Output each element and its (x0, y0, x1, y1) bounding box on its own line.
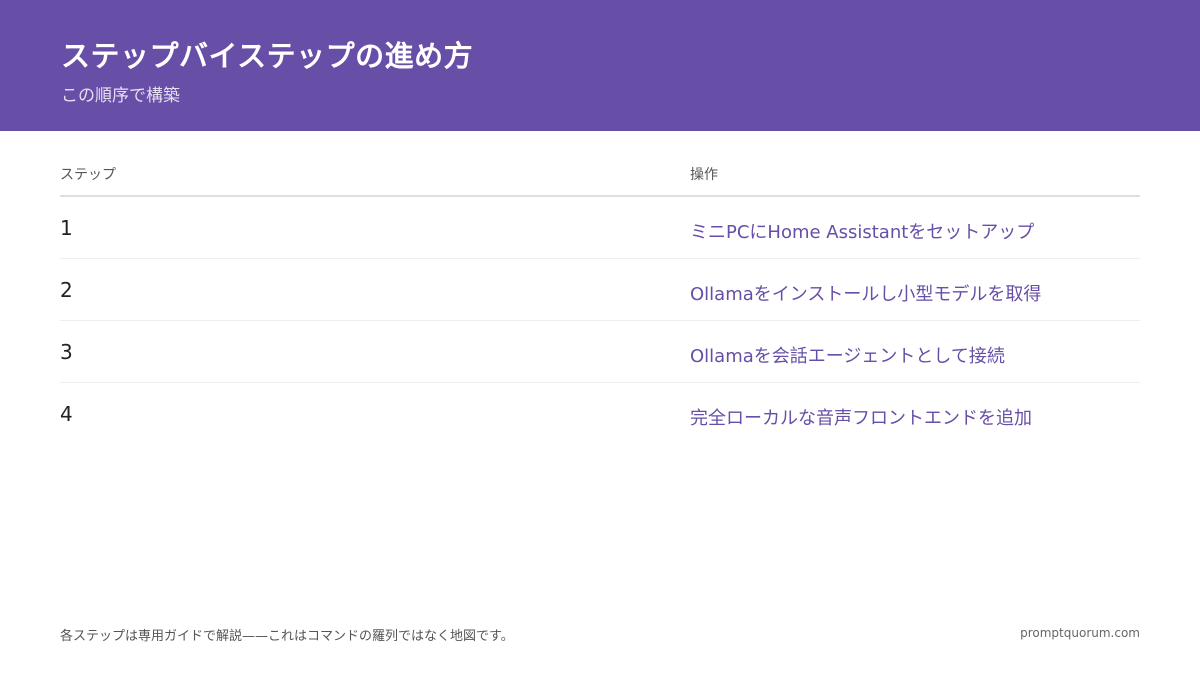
page-title: ステップバイステップの進め方 (61, 39, 474, 73)
page-subtitle: この順序で構築 (61, 86, 180, 106)
table-row: 1 ミニPCにHome Assistantをセットアップ (60, 197, 1140, 259)
step-number: 2 (60, 278, 73, 302)
step-number: 3 (60, 340, 73, 364)
step-number: 1 (60, 216, 73, 240)
table-row: 4 完全ローカルな音声フロントエンドを追加 (60, 383, 1140, 444)
header-banner: ステップバイステップの進め方 この順序で構築 (0, 0, 1200, 131)
step-action: ミニPCにHome Assistantをセットアップ (690, 222, 1035, 243)
footer-note: 各ステップは専用ガイドで解説——これはコマンドの羅列ではなく地図です。 (60, 629, 514, 644)
column-header-step: ステップ (60, 167, 116, 183)
step-action: Ollamaをインストールし小型モデルを取得 (690, 284, 1042, 305)
table-row: 2 Ollamaをインストールし小型モデルを取得 (60, 259, 1140, 321)
step-number: 4 (60, 402, 73, 426)
table-row: 3 Ollamaを会話エージェントとして接続 (60, 321, 1140, 383)
step-action: 完全ローカルな音声フロントエンドを追加 (690, 408, 1032, 429)
step-action: Ollamaを会話エージェントとして接続 (690, 346, 1005, 367)
steps-table: ステップ 操作 1 ミニPCにHome Assistantをセットアップ 2 O… (60, 160, 1140, 444)
column-header-action: 操作 (690, 167, 718, 183)
table-header: ステップ 操作 (60, 160, 1140, 197)
footer-domain: promptquorum.com (1020, 626, 1140, 640)
